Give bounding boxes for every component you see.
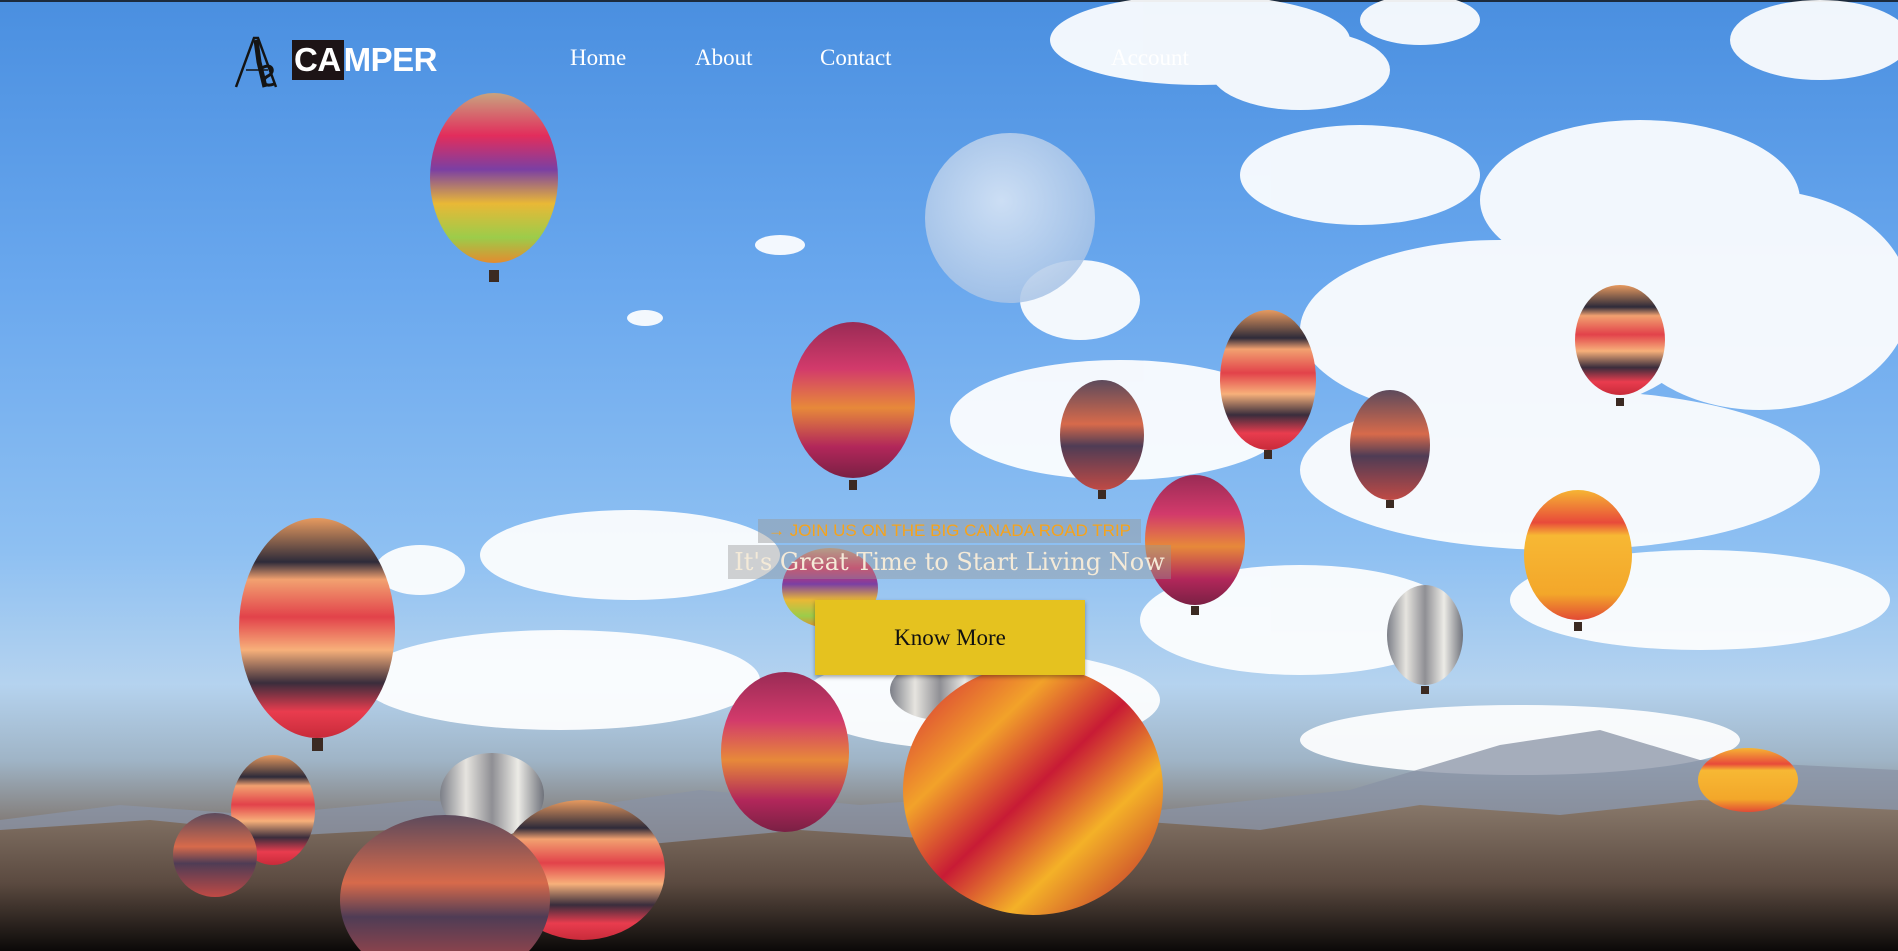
brand-name-rest: MPER — [343, 41, 438, 78]
hero-section: CA MPER Home About Contact Account → JOIN… — [0, 0, 1898, 951]
know-more-button[interactable]: Know More — [815, 600, 1085, 675]
hero-background-image — [0, 0, 1898, 951]
nav-account-link[interactable]: Account — [1111, 46, 1189, 69]
hero-headline: It's Great Time to Start Living Now — [728, 545, 1171, 579]
nav-contact-link[interactable]: Contact — [820, 46, 892, 69]
brand-logo[interactable]: CA MPER — [232, 32, 438, 90]
brand-name: CA MPER — [292, 40, 438, 80]
nav-home-link[interactable]: Home — [570, 46, 626, 69]
hero-kicker: → JOIN US ON THE BIG CANADA ROAD TRIP — [758, 519, 1141, 543]
nav-about-link[interactable]: About — [695, 46, 753, 69]
brand-name-highlight: CA — [292, 40, 344, 80]
logo-mark-icon — [234, 36, 278, 88]
